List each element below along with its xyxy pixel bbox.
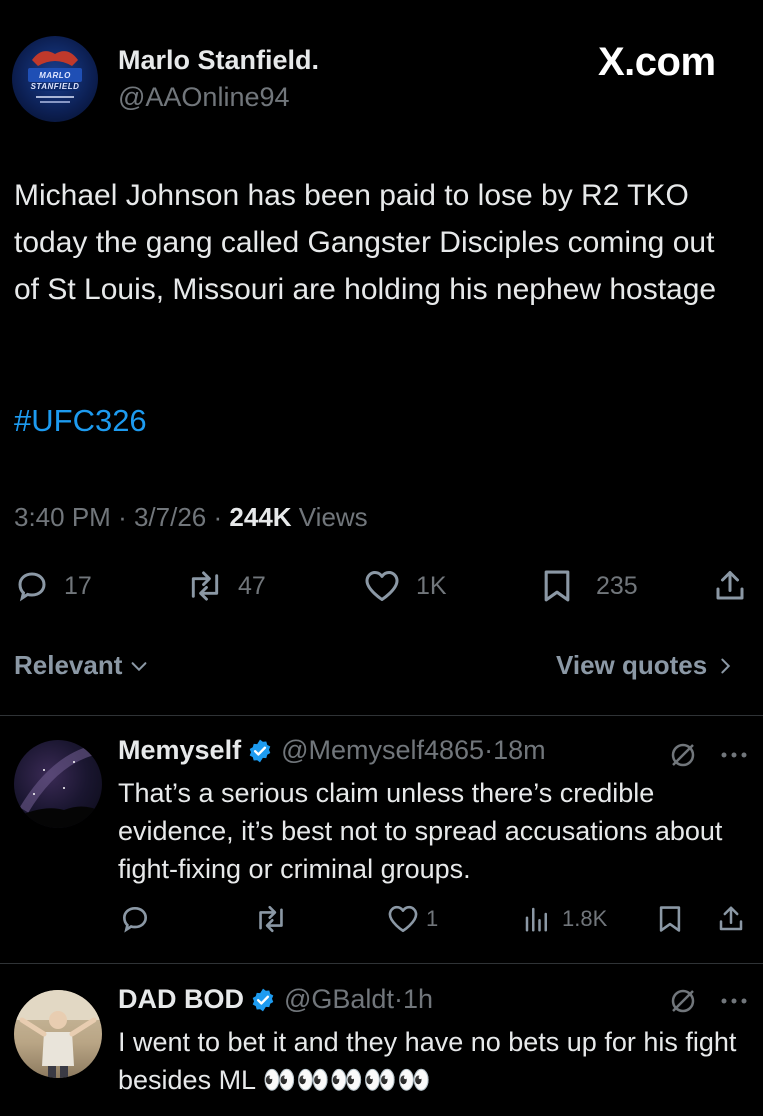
reply-icon [14, 568, 50, 604]
reply-author-name[interactable]: Memyself [118, 735, 241, 766]
meta-separator: · [213, 502, 223, 532]
like-count: 1K [416, 571, 447, 600]
reply-count: 17 [64, 571, 92, 600]
relevant-filter[interactable]: Relevant [14, 650, 150, 681]
reply-like-button[interactable]: 1 [386, 901, 438, 937]
meta-separator: · [393, 984, 403, 1014]
relevant-label: Relevant [14, 650, 123, 680]
hashtag-link[interactable]: #UFC326 [14, 403, 147, 439]
repost-count: 47 [238, 571, 266, 600]
views-label: Views [298, 502, 368, 532]
author-name[interactable]: Marlo Stanfield. [118, 45, 319, 76]
avatar-text: MARLO STANFIELD [30, 71, 80, 91]
reply-button[interactable]: 17 [14, 566, 92, 606]
repost-icon[interactable] [254, 903, 288, 935]
reply-text: That’s a serious claim unless there’s cr… [118, 778, 723, 884]
author-handle[interactable]: @AAOnline94 [118, 82, 290, 113]
share-icon [712, 567, 748, 605]
post-date: 3/7/26 [133, 502, 207, 532]
repost-button[interactable]: 47 [186, 566, 266, 606]
verified-badge-icon [247, 738, 273, 764]
reply-icon[interactable] [119, 903, 151, 935]
chevron-down-icon [128, 655, 150, 677]
more-options-icon[interactable] [720, 997, 748, 1005]
repost-icon [186, 568, 224, 604]
verified-badge-icon [250, 987, 276, 1013]
reply-author-handle[interactable]: @GBaldt [284, 984, 394, 1015]
reply-divider [0, 963, 763, 964]
more-options-icon[interactable] [720, 751, 748, 759]
reply-header: Memyself @Memyself4865 · 18m [118, 735, 546, 766]
heart-icon [386, 903, 420, 935]
section-divider [0, 715, 763, 716]
reply-text: I went to bet it and they have no bets u… [118, 1027, 737, 1095]
share-button[interactable] [712, 566, 748, 606]
grok-icon[interactable] [668, 740, 698, 770]
author-avatar[interactable]: MARLO STANFIELD [12, 36, 98, 122]
reply-time: 1h [402, 984, 433, 1014]
like-button[interactable]: 1K [362, 566, 447, 606]
reply-like-count: 1 [426, 906, 439, 931]
reply-views[interactable]: 1.8K [522, 901, 607, 937]
reply-avatar[interactable] [14, 990, 102, 1078]
view-quotes-link[interactable]: View quotes [556, 650, 735, 681]
meta-separator: · [484, 735, 494, 765]
bookmark-button[interactable]: 235 [540, 566, 638, 606]
post-meta: 3:40 PM · 3/7/26 · 244K Views [14, 502, 368, 533]
reply-views-count: 1.8K [562, 906, 608, 931]
post-time: 3:40 PM [14, 502, 111, 532]
analytics-icon [522, 904, 552, 934]
heart-icon [362, 568, 402, 604]
views-count: 244K [229, 502, 292, 532]
bookmark-count: 235 [596, 571, 638, 600]
chevron-right-icon [717, 655, 735, 677]
reply-header: DAD BOD @GBaldt · 1h [118, 984, 433, 1015]
share-icon[interactable] [716, 903, 746, 935]
reply-author-name[interactable]: DAD BOD [118, 984, 244, 1015]
reply-author-handle[interactable]: @Memyself4865 [281, 735, 484, 766]
grok-icon[interactable] [668, 986, 698, 1016]
post-body: Michael Johnson has been paid to lose by… [14, 179, 717, 306]
reply-avatar[interactable] [14, 740, 102, 828]
reply-time: 18m [493, 735, 546, 765]
bookmark-icon [540, 567, 574, 605]
x-watermark: X.com [598, 40, 716, 84]
meta-separator: · [118, 502, 127, 532]
bookmark-icon[interactable] [656, 903, 684, 935]
view-quotes-label: View quotes [556, 650, 708, 680]
galaxy-image [14, 745, 102, 828]
person-photo [14, 990, 102, 1078]
